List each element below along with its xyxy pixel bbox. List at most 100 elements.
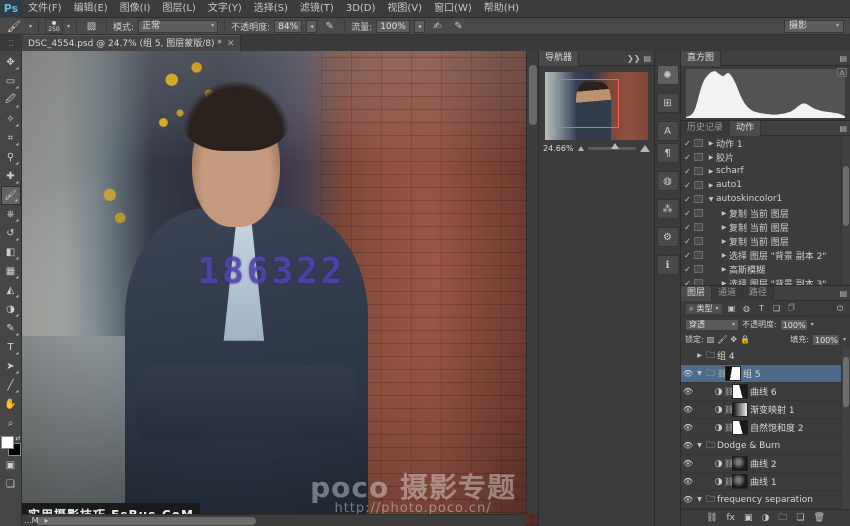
history-brush-tool[interactable]: ↺ xyxy=(1,224,21,243)
brush-tool-icon[interactable]: 🖌 xyxy=(3,19,25,33)
color-panel-icon[interactable]: ✺ xyxy=(657,65,679,85)
character-panel-icon[interactable]: A xyxy=(657,121,679,141)
tab-histogram[interactable]: 直方图 xyxy=(681,51,721,66)
actions-scrollbar[interactable] xyxy=(841,136,850,285)
tab-navigator[interactable]: 导航器 xyxy=(539,51,579,66)
properties-panel-icon[interactable]: ⚙ xyxy=(657,227,679,247)
navigator-zoom-slider-knob[interactable] xyxy=(611,143,619,149)
actions-list[interactable]: ✓▶动作 1✓▶胶片✓▶scharf✓▶auto1✓▼autoskincolor… xyxy=(681,136,850,285)
eye-icon[interactable]: 👁 xyxy=(681,405,695,414)
mask-link-icon[interactable]: ⛓ xyxy=(724,387,732,396)
tab-layers[interactable]: 图层 xyxy=(681,286,712,301)
blend-mode-select[interactable]: 正常 ▾ xyxy=(138,20,218,33)
dodge-tool[interactable]: ◑ xyxy=(1,300,21,319)
actions-scroll-thumb[interactable] xyxy=(843,166,849,226)
chevron-down-icon[interactable]: ▼ xyxy=(695,496,704,503)
action-toggle-checkbox[interactable]: ✓ xyxy=(681,223,694,232)
chevron-right-icon[interactable]: ▶ xyxy=(706,168,716,175)
menu-view[interactable]: 视图(V) xyxy=(381,0,428,18)
chevron-right-icon[interactable]: ▶ xyxy=(706,182,716,189)
layer-row[interactable]: 👁▼🗀⛓组 5 xyxy=(681,365,850,383)
path-selection-tool[interactable]: ➤ xyxy=(1,357,21,376)
tab-paths[interactable]: 路径 xyxy=(743,286,774,301)
paragraph-panel-icon[interactable]: ¶ xyxy=(657,143,679,163)
layer-thumbnail[interactable] xyxy=(725,366,741,381)
navigator-zoom-slider[interactable] xyxy=(588,147,636,150)
move-tool[interactable]: ✥ xyxy=(1,53,21,72)
layers-scroll-thumb[interactable] xyxy=(843,357,849,407)
layer-thumbnail[interactable] xyxy=(732,456,748,471)
layer-opacity-caret-icon[interactable]: ▾ xyxy=(811,321,814,328)
action-row[interactable]: ✓▶复制 当前 图层 xyxy=(681,220,850,234)
layer-row[interactable]: 👁◑⛓曲线 1 xyxy=(681,473,850,491)
mask-link-icon[interactable]: ⛓ xyxy=(724,477,732,486)
canvas-horizontal-scroll-thumb[interactable] xyxy=(36,517,256,525)
layer-row[interactable]: 👁◑⛓自然饱和度 2 xyxy=(681,419,850,437)
chevron-right-icon[interactable]: ▶ xyxy=(719,266,729,273)
panel-menu-icon[interactable]: ▤ xyxy=(643,54,651,63)
pressure-opacity-icon[interactable]: ✎ xyxy=(321,19,338,33)
tab-history[interactable]: 历史记录 xyxy=(681,121,730,136)
action-row[interactable]: ✓▶胶片 xyxy=(681,150,850,164)
action-dialog-toggle[interactable] xyxy=(694,279,703,285)
action-toggle-checkbox[interactable]: ✓ xyxy=(681,181,694,190)
lasso-tool[interactable]: 🖉 xyxy=(1,91,21,110)
canvas-horizontal-scrollbar[interactable] xyxy=(22,514,526,526)
eye-icon[interactable]: 👁 xyxy=(681,477,695,486)
panel-drag-handle[interactable]: ⁚⁚ xyxy=(2,36,20,50)
document-tab[interactable]: DSC_4554.psd @ 24.7% (组 5, 图层蒙版/8) * ✕ xyxy=(22,35,241,51)
info-panel-icon[interactable]: ℹ xyxy=(657,255,679,275)
action-toggle-checkbox[interactable]: ✓ xyxy=(681,167,694,176)
filter-smart-object-icon[interactable]: 🗇 xyxy=(786,303,798,315)
menu-window[interactable]: 窗口(W) xyxy=(428,0,478,18)
zoom-out-icon[interactable] xyxy=(578,146,584,151)
canvas-vertical-scroll-thumb[interactable] xyxy=(529,65,537,125)
brush-presets-icon[interactable]: ⁂ xyxy=(657,199,679,219)
screen-mode-icon[interactable]: ❏ xyxy=(1,475,21,494)
chevron-right-icon[interactable]: ▶ xyxy=(719,252,729,259)
color-swatches[interactable]: ⇄ xyxy=(1,436,21,456)
menu-select[interactable]: 选择(S) xyxy=(248,0,294,18)
layer-row[interactable]: 👁◑⛓渐变映射 1 xyxy=(681,401,850,419)
brush-tool[interactable]: 🖌 xyxy=(1,186,21,205)
eye-icon[interactable]: 👁 xyxy=(681,441,695,450)
canvas-area[interactable]: 186322 poco 摄影专题 http://photo.poco.cn/ 实… xyxy=(22,51,538,526)
action-dialog-toggle[interactable] xyxy=(694,223,703,231)
layer-fill-input[interactable]: 100% xyxy=(812,334,840,346)
chevron-down-icon[interactable]: ▼ xyxy=(695,442,704,449)
lock-all-icon[interactable]: 🔒 xyxy=(740,335,750,344)
flow-stepper[interactable]: ◂ xyxy=(414,20,425,33)
action-toggle-checkbox[interactable]: ✓ xyxy=(681,153,694,162)
menu-type[interactable]: 文字(Y) xyxy=(202,0,248,18)
eye-icon[interactable]: 👁 xyxy=(681,459,695,468)
crop-tool[interactable]: ⌗ xyxy=(1,129,21,148)
brush-size-caret-icon[interactable]: ▾ xyxy=(67,23,70,30)
histogram-warning-icon[interactable]: ⚠ xyxy=(837,68,847,77)
action-row[interactable]: ✓▶高斯模糊 xyxy=(681,262,850,276)
layer-mask-icon[interactable]: ▣ xyxy=(744,513,753,523)
histogram-panel-menu[interactable]: ▤ xyxy=(839,54,847,63)
filter-adjustment-icon[interactable]: ◍ xyxy=(741,303,753,315)
swap-colors-icon[interactable]: ⇄ xyxy=(15,435,20,442)
marquee-tool[interactable]: ▭ xyxy=(1,72,21,91)
chevron-right-icon[interactable]: ▶ xyxy=(719,224,729,231)
lock-transparency-icon[interactable]: ▨ xyxy=(707,335,715,344)
lock-image-icon[interactable]: 🖌 xyxy=(717,335,727,344)
action-dialog-toggle[interactable] xyxy=(694,181,703,189)
chevron-right-icon[interactable]: ▶ xyxy=(719,210,729,217)
layers-scrollbar[interactable] xyxy=(841,347,850,509)
foreground-color-swatch[interactable] xyxy=(1,436,14,449)
brush-preset-caret-icon[interactable]: ▾ xyxy=(29,23,32,30)
layer-filter-kind-select[interactable]: ⌕ 类型 ▾ xyxy=(685,303,723,315)
filter-toggle-icon[interactable]: ⏻ xyxy=(834,303,846,315)
menu-edit[interactable]: 编辑(E) xyxy=(68,0,114,18)
action-dialog-toggle[interactable] xyxy=(694,251,703,259)
lock-position-icon[interactable]: ✥ xyxy=(730,335,737,344)
action-row[interactable]: ✓▶复制 当前 图层 xyxy=(681,234,850,248)
action-row[interactable]: ✓▶选择 图层 "背景 副本 3" xyxy=(681,276,850,285)
menu-3d[interactable]: 3D(D) xyxy=(340,0,382,18)
action-row[interactable]: ✓▶选择 图层 "背景 副本 2" xyxy=(681,248,850,262)
delete-layer-icon[interactable]: 🗑 xyxy=(813,513,824,523)
airbrush-icon[interactable]: ✍ xyxy=(429,19,446,33)
mask-link-icon[interactable]: ⛓ xyxy=(724,405,732,414)
